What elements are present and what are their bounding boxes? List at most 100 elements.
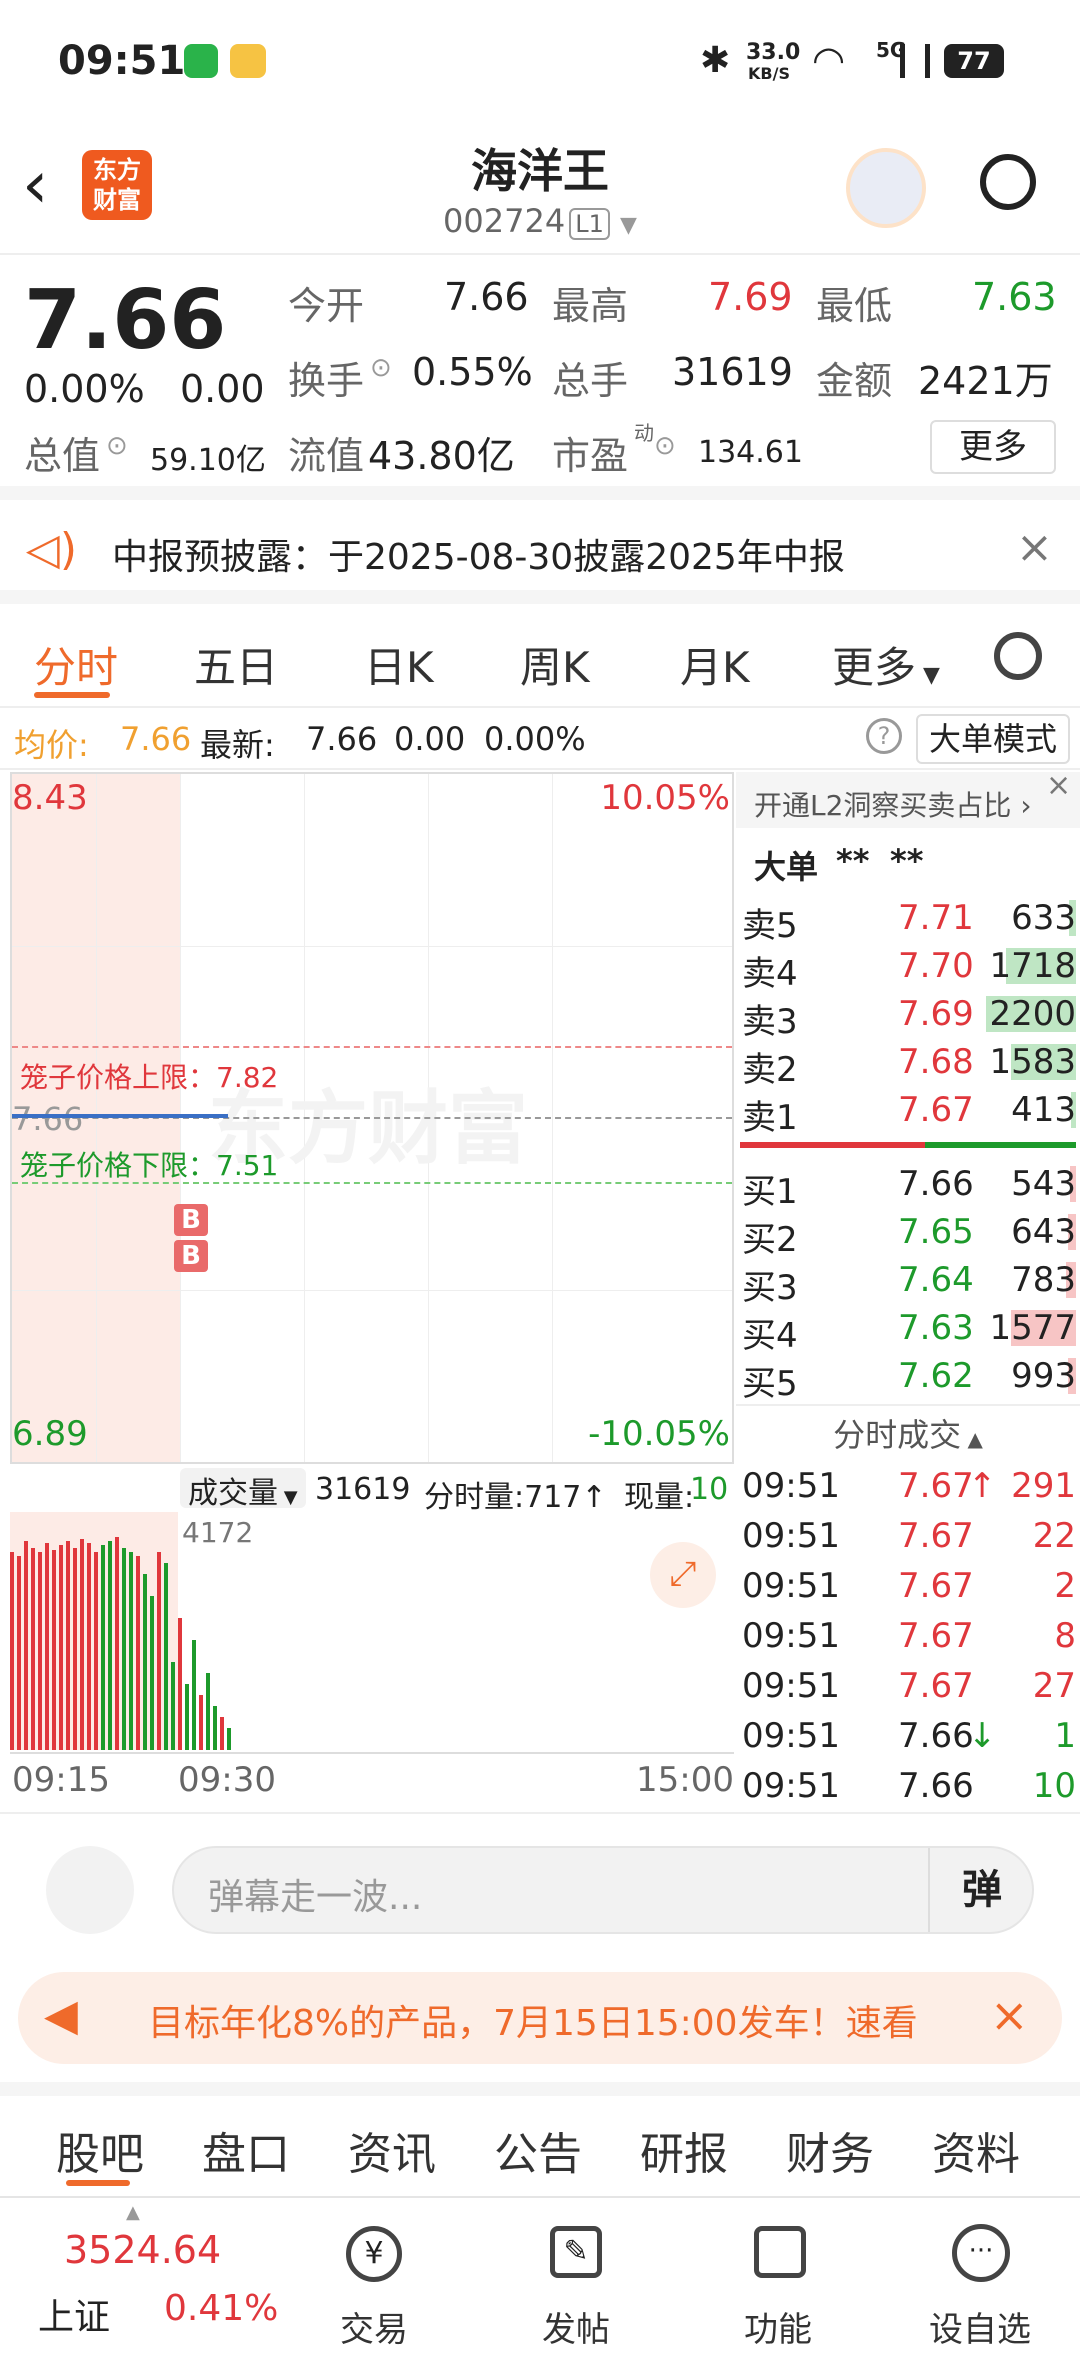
turnover-info-icon[interactable]: ⊙ (370, 353, 392, 383)
price-info-line: 均价: 7.66 最新: 7.66 0.00 0.00% ? 大单模式 (0, 708, 1080, 770)
close-icon[interactable]: × (1016, 522, 1053, 573)
nav-watchlist[interactable]: ··· 设自选 (910, 2198, 1050, 2376)
intraday-chart[interactable]: 8.43 10.05% 6.89 -10.05% 东方财富 笼子价格上限：7.8… (10, 772, 734, 1464)
caret-up-icon: ▲ (961, 1427, 983, 1451)
ask-volume: 633 (1011, 898, 1076, 938)
tab-daily-k[interactable]: 日K (364, 634, 434, 695)
bid-label: 买2 (742, 1220, 798, 1260)
robot-assistant-icon[interactable] (846, 148, 926, 228)
volume-bar (192, 1640, 196, 1750)
ask-price: 7.69 (898, 994, 974, 1034)
tab-announcements[interactable]: 公告 (494, 2118, 582, 2182)
bid-row[interactable]: 买1 7.66 543 (736, 1160, 1080, 1212)
promo-close-icon[interactable]: × (990, 1988, 1029, 2042)
buy-marker-2[interactable]: B (174, 1240, 208, 1272)
tab-intraday[interactable]: 分时 (34, 634, 118, 695)
latest-change-pct: 0.00% (484, 720, 586, 758)
volume-bar (157, 1552, 161, 1750)
trade-arrow: ↑ (968, 1466, 997, 1506)
time-axis: 09:15 09:30 15:00 (10, 1752, 734, 1806)
danmu-send-button[interactable]: 弹 (928, 1848, 1034, 1932)
bid-list: 买1 7.66 543 买2 7.65 643 买3 7.64 783 买4 7.63 1577 买5 7… (736, 1160, 1080, 1404)
ask-row[interactable]: 卖4 7.70 1718 (736, 942, 1080, 994)
trade-volume: 8 (1054, 1616, 1076, 1656)
volume-chart[interactable]: 4172 ⤢ (10, 1512, 734, 1752)
high-label: 最高 (552, 284, 629, 328)
time-close: 15:00 (636, 1760, 734, 1800)
more-dots-icon: ··· (952, 2224, 1010, 2282)
volume-bar (227, 1728, 231, 1750)
volume-bar (31, 1548, 35, 1750)
period-volume: 分时量:717↑ (424, 1480, 607, 1515)
ask-row[interactable]: 卖5 7.71 633 (736, 894, 1080, 946)
big-order-mode-button[interactable]: 大单模式 (916, 714, 1070, 764)
index-ticker[interactable]: ▲ 3524.64 上证 0.41% (0, 2198, 300, 2376)
pe-info-icon[interactable]: ⊙ (654, 431, 676, 461)
close-l2-icon[interactable]: × (1046, 768, 1071, 803)
mid-price-label: 7.66 (12, 1100, 84, 1138)
volume-bar (59, 1545, 63, 1750)
caret-down-icon: ▼ (916, 663, 940, 688)
bid-row[interactable]: 买5 7.62 993 (736, 1352, 1080, 1404)
trade-time: 09:51 (742, 1666, 840, 1706)
notice-bar[interactable]: ◁) 中报预披露：于2025-08-30披露2025年中报 × (0, 500, 1080, 604)
volume-bar (122, 1548, 126, 1750)
pe-superscript: 动 (634, 421, 654, 445)
l2-link[interactable]: 开通L2洞察买卖占比 › (736, 772, 1080, 828)
tab-pankou[interactable]: 盘口 (202, 2118, 290, 2182)
more-button[interactable]: 更多 (930, 420, 1056, 474)
tab-guba[interactable]: 股吧 (56, 2118, 144, 2182)
bid-row[interactable]: 买3 7.64 783 (736, 1256, 1080, 1308)
bluetooth-icon: ✱ (700, 40, 731, 81)
ask-label: 卖3 (742, 1002, 798, 1042)
float-label: 流值 (288, 434, 365, 478)
trade-row: 09:51 7.66 10 (736, 1762, 1080, 1812)
active-tab-indicator (34, 692, 110, 698)
tab-weekly-k[interactable]: 周K (520, 634, 590, 695)
volume-bar (45, 1543, 49, 1750)
ask-label: 卖4 (742, 954, 798, 994)
danmu-settings-icon[interactable] (46, 1846, 134, 1934)
trades-title[interactable]: 分时成交 ▲ (736, 1410, 1080, 1456)
volume-bar (199, 1695, 203, 1750)
help-icon[interactable]: ? (866, 718, 902, 754)
danmu-input[interactable]: 弹幕走一波... 弹 (172, 1846, 1034, 1934)
info-icon[interactable]: ⊙ (106, 431, 128, 461)
tab-monthly-k[interactable]: 月K (680, 634, 750, 695)
current-volume-value: 10 (690, 1472, 729, 1507)
nav-trade[interactable]: ¥ 交易 (304, 2198, 444, 2376)
trade-arrow: ↓ (968, 1716, 997, 1756)
bottom-price-label: 6.89 (12, 1414, 88, 1454)
top-price-label: 8.43 (12, 778, 88, 818)
tab-5day[interactable]: 五日 (194, 634, 278, 695)
ask-row[interactable]: 卖2 7.68 1583 (736, 1038, 1080, 1090)
nav-trade-label: 交易 (340, 2310, 408, 2350)
gear-icon[interactable] (994, 632, 1042, 680)
buy-marker-1[interactable]: B (174, 1204, 208, 1236)
tab-profile[interactable]: 资料 (932, 2118, 1020, 2182)
nav-post[interactable]: ✎ 发帖 (506, 2198, 646, 2376)
trade-volume: 27 (1032, 1666, 1076, 1706)
bid-row[interactable]: 买2 7.65 643 (736, 1208, 1080, 1260)
ask-price: 7.67 (898, 1090, 974, 1130)
volume-bar (24, 1541, 28, 1750)
tab-more[interactable]: 更多 ▼ (832, 634, 940, 695)
change-pct: 0.00% (24, 367, 145, 411)
nav-functions[interactable]: 功能 (708, 2198, 848, 2376)
promo-banner[interactable]: ◀ 目标年化8%的产品，7月15日15:00发车！速看 × (18, 1972, 1062, 2064)
tab-news[interactable]: 资讯 (348, 2118, 436, 2182)
trade-volume: 1 (1054, 1716, 1076, 1756)
bid-row[interactable]: 买4 7.63 1577 (736, 1304, 1080, 1356)
search-icon[interactable] (980, 154, 1036, 210)
index-pct: 0.41% (164, 2288, 279, 2329)
expand-icon[interactable]: ⤢ (650, 1542, 716, 1608)
wechat-icon (184, 44, 218, 78)
ask-row[interactable]: 卖1 7.67 413 (736, 1086, 1080, 1138)
latest-label: 最新: (200, 726, 275, 764)
amount-value: 2421万 (918, 359, 1053, 403)
ask-row[interactable]: 卖3 7.69 2200 (736, 990, 1080, 1042)
tab-research[interactable]: 研报 (640, 2118, 728, 2182)
tab-finance[interactable]: 财务 (786, 2118, 874, 2182)
volume-selector[interactable]: 成交量 ▼ (180, 1468, 306, 1511)
volume-bar (73, 1548, 77, 1750)
